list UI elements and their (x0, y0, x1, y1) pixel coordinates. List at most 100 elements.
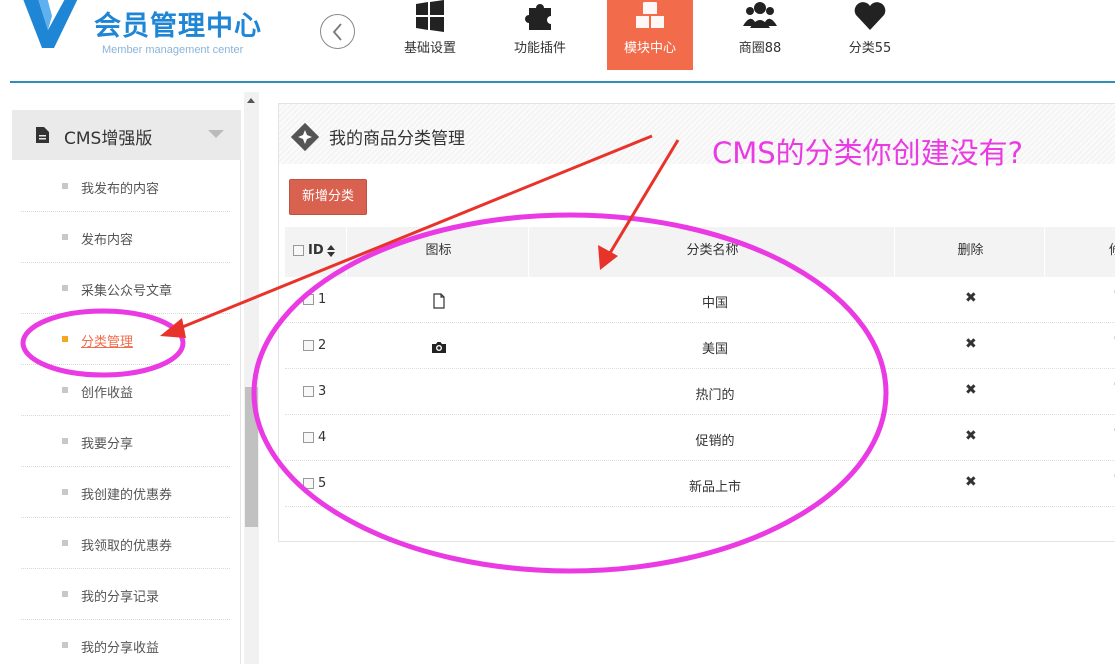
nav-label: 基础设置 (403, 41, 456, 56)
row-checkbox[interactable] (303, 478, 314, 489)
table-row: 4 促销的 ✖ ✎ (285, 415, 1115, 461)
puzzle-icon (525, 4, 551, 30)
row-category-name: 新品上市 (688, 480, 741, 495)
logo-subtitle: Member management center (102, 44, 244, 56)
bullet-icon (62, 387, 68, 393)
sidebar-item-share-earnings[interactable]: 我的分享收益 (21, 620, 230, 664)
sidebar-item-label: 发布内容 (81, 233, 134, 248)
bullet-icon (62, 234, 68, 240)
select-all-checkbox[interactable] (293, 245, 304, 256)
delete-icon[interactable]: ✖ (965, 336, 977, 352)
bullet-icon (62, 591, 68, 597)
sidebar-item-my-published[interactable]: 我发布的内容 (21, 161, 230, 212)
row-checkbox[interactable] (303, 432, 314, 443)
row-id: 1 (303, 292, 326, 307)
nav-label: 功能插件 (513, 41, 566, 56)
nav-label: 模块中心 (623, 41, 676, 56)
caret-down-icon[interactable] (208, 130, 224, 138)
sidebar: CMS增强版 我发布的内容 发布内容 采集公众号文章 分类管理 创作收益 我要分… (12, 110, 241, 664)
bullet-icon (62, 642, 68, 648)
header-divider (10, 81, 1115, 83)
row-category-name: 中国 (701, 296, 728, 311)
scrollbar-thumb[interactable] (245, 387, 258, 527)
row-category-name: 促销的 (695, 434, 735, 449)
nav-item-basic-settings[interactable]: 基础设置 (387, 0, 473, 70)
member-center-page: 会员管理中心 Member management center 基础设置 功能插… (0, 0, 1115, 664)
table-row: 2 美国 ✖ ✎ (285, 323, 1115, 369)
logo-v-mark (23, 0, 78, 48)
sidebar-item-label: 我要分享 (81, 437, 134, 452)
sidebar-item-label: 我发布的内容 (81, 182, 160, 197)
document-icon (36, 127, 49, 143)
annotation-text: CMS的分类你创建没有? (712, 136, 1024, 170)
row-category-name: 热门的 (695, 388, 735, 403)
camera-icon (432, 342, 446, 353)
row-category-name: 美国 (701, 342, 728, 357)
sidebar-item-category-management[interactable]: 分类管理 (21, 314, 230, 365)
delete-icon[interactable]: ✖ (965, 428, 977, 444)
sidebar-item-claimed-coupons[interactable]: 我领取的优惠券 (21, 518, 230, 569)
sidebar-item-share[interactable]: 我要分享 (21, 416, 230, 467)
nav-item-category[interactable]: 分类55 (827, 0, 913, 70)
windows-icon (416, 0, 444, 32)
table-row: 1 中国 ✖ ✎ (285, 277, 1115, 323)
bullet-icon (62, 285, 68, 291)
sort-icon[interactable] (326, 244, 336, 257)
sidebar-item-label: 我领取的优惠券 (81, 539, 173, 554)
bullet-icon (62, 438, 68, 444)
chevron-left-icon (332, 23, 342, 41)
sidebar-scrollbar[interactable] (244, 92, 259, 664)
sidebar-item-collect-articles[interactable]: 采集公众号文章 (21, 263, 230, 314)
cubes-icon (636, 0, 664, 28)
sidebar-item-label: 我的分享记录 (81, 590, 160, 605)
users-icon (743, 2, 777, 28)
sidebar-item-label: 分类管理 (81, 335, 134, 350)
row-id: 5 (303, 476, 326, 491)
delete-icon[interactable]: ✖ (965, 474, 977, 490)
column-delete: 删除 (897, 227, 1045, 277)
row-id-value: 3 (318, 384, 327, 399)
panel-title: 我的商品分类管理 (329, 129, 465, 149)
heart-icon (854, 2, 886, 31)
table-row: 5 新品上市 ✖ ✎ (285, 461, 1115, 507)
column-id-label: ID (308, 243, 324, 258)
bullet-icon (62, 540, 68, 546)
column-edit: 修 (1047, 227, 1115, 277)
back-button[interactable] (320, 14, 355, 49)
sidebar-item-label: 我的分享收益 (81, 641, 160, 656)
row-checkbox[interactable] (303, 294, 314, 305)
sidebar-item-label: 采集公众号文章 (81, 284, 173, 299)
column-icon: 图标 (349, 227, 529, 277)
file-icon (433, 293, 445, 309)
sidebar-item-publish[interactable]: 发布内容 (21, 212, 230, 263)
bullet-icon (62, 489, 68, 495)
row-id-value: 2 (318, 338, 327, 353)
column-category-name: 分类名称 (531, 227, 895, 277)
sidebar-item-label: 我创建的优惠券 (81, 488, 173, 503)
sidebar-section-cms[interactable]: CMS增强版 (12, 110, 241, 160)
sidebar-section-title: CMS增强版 (64, 129, 153, 149)
row-id: 4 (303, 430, 326, 445)
row-checkbox[interactable] (303, 386, 314, 397)
logo[interactable]: 会员管理中心 Member management center (0, 0, 290, 70)
row-checkbox[interactable] (303, 340, 314, 351)
delete-icon[interactable]: ✖ (965, 382, 977, 398)
scroll-up-arrow-icon[interactable] (247, 98, 255, 103)
sidebar-item-created-coupons[interactable]: 我创建的优惠券 (21, 467, 230, 518)
bullet-icon (62, 336, 68, 342)
row-id-value: 4 (318, 430, 327, 445)
nav-item-business-circle[interactable]: 商圈88 (717, 0, 803, 70)
nav-item-plugins[interactable]: 功能插件 (497, 0, 583, 70)
table-header: ID 图标 分类名称 删除 修 (285, 227, 1115, 277)
sidebar-item-earnings[interactable]: 创作收益 (21, 365, 230, 416)
bullet-icon (62, 183, 68, 189)
row-id-value: 5 (318, 476, 327, 491)
nav-label: 商圈88 (738, 41, 782, 56)
sidebar-item-label: 创作收益 (81, 386, 134, 401)
delete-icon[interactable]: ✖ (965, 290, 977, 306)
add-category-button[interactable]: 新增分类 (289, 179, 367, 215)
column-id[interactable]: ID (285, 227, 347, 277)
sidebar-item-share-records[interactable]: 我的分享记录 (21, 569, 230, 620)
nav-label: 分类55 (848, 41, 892, 56)
nav-item-module-center[interactable]: 模块中心 (607, 0, 693, 70)
